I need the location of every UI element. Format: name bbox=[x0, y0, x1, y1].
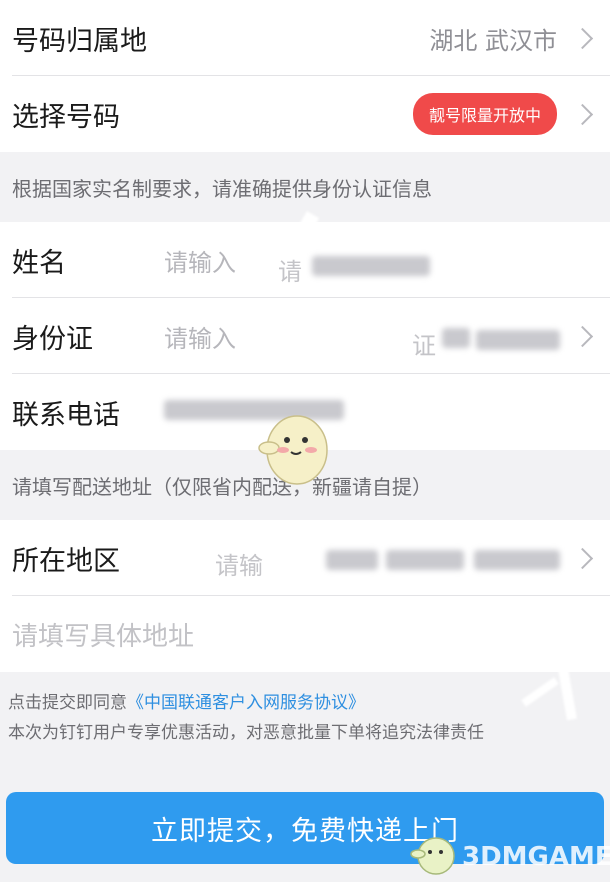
blurred-area-1 bbox=[326, 550, 378, 570]
terms-notice: 本次为钉钉用户专享优惠活动，对恶意批量下单将追究法律责任 bbox=[8, 723, 484, 743]
region-label: 号码归属地 bbox=[12, 25, 147, 57]
id-label: 身份证 bbox=[12, 323, 93, 355]
mascot-logo-icon bbox=[410, 837, 455, 875]
area-row[interactable]: 所在地区 请输 bbox=[0, 520, 610, 596]
area-label: 所在地区 bbox=[12, 545, 120, 577]
blurred-name bbox=[312, 256, 430, 276]
phone-label: 联系电话 bbox=[12, 399, 120, 431]
chevron-right-icon bbox=[571, 27, 594, 49]
id-section-hint: 根据国家实名制要求，请准确提供身份认证信息 bbox=[12, 176, 432, 201]
address-row[interactable]: 请填写具体地址 bbox=[0, 596, 610, 672]
watermark-text: 3DMGAME bbox=[462, 842, 610, 872]
area-input[interactable]: 请输 bbox=[215, 546, 263, 581]
terms-agree-line: 点击提交即同意《中国联通客户入网服务协议》 bbox=[8, 688, 602, 718]
number-info-group: 号码归属地 湖北 武汉市 选择号码 靓号限量开放中 bbox=[0, 0, 610, 152]
address-input[interactable]: 请填写具体地址 bbox=[12, 616, 194, 653]
chevron-right-icon bbox=[571, 547, 594, 569]
id-input[interactable]: 请输入 bbox=[164, 319, 236, 354]
blurred-area-2 bbox=[386, 550, 464, 570]
terms-prefix: 点击提交即同意 bbox=[8, 693, 127, 713]
name-input[interactable]: 请输入 bbox=[164, 243, 236, 278]
mascot-icon bbox=[258, 415, 328, 485]
blurred-id bbox=[476, 330, 560, 350]
name-overlay-text: 请 bbox=[278, 258, 302, 286]
select-number-label: 选择号码 bbox=[12, 101, 120, 133]
select-number-row[interactable]: 选择号码 靓号限量开放中 bbox=[0, 76, 610, 152]
region-value: 湖北 武汉市 bbox=[429, 26, 557, 55]
delivery-group: 所在地区 请输 请填写具体地址 bbox=[0, 520, 610, 672]
blurred-area-3 bbox=[474, 550, 560, 570]
name-label: 姓名 bbox=[12, 247, 66, 279]
id-row[interactable]: 身份证 请输入 证 bbox=[0, 298, 610, 374]
chevron-right-icon bbox=[571, 325, 594, 347]
terms-section: 点击提交即同意《中国联通客户入网服务协议》 本次为钉钉用户专享优惠活动，对恶意批… bbox=[0, 672, 610, 748]
region-row[interactable]: 号码归属地 湖北 武汉市 bbox=[0, 0, 610, 76]
service-agreement-link[interactable]: 《中国联通客户入网服务协议》 bbox=[127, 693, 365, 713]
id-overlay-text: 证 bbox=[412, 332, 436, 360]
promo-badge: 靓号限量开放中 bbox=[412, 93, 557, 135]
chevron-right-icon bbox=[571, 103, 594, 125]
blurred-id-part bbox=[442, 328, 470, 348]
